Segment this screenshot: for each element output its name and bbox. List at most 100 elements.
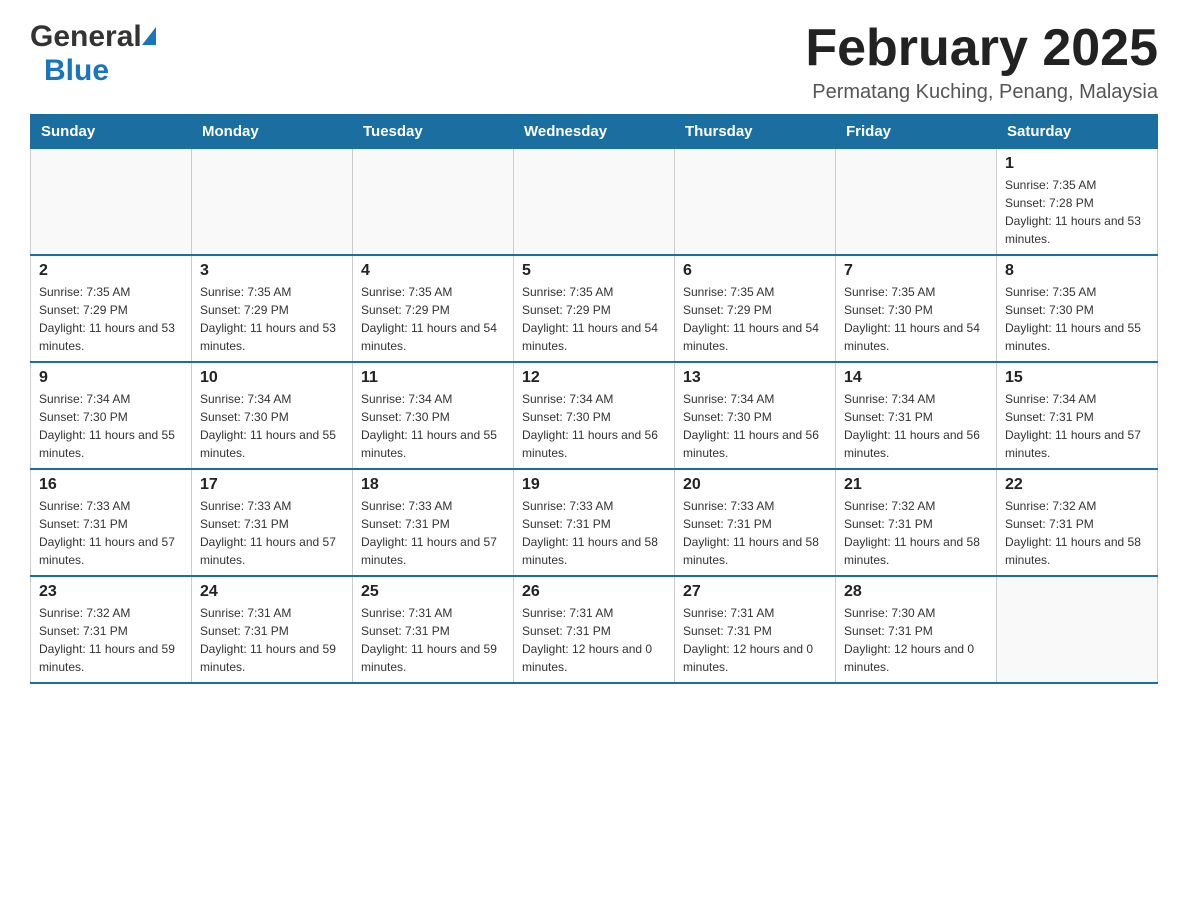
calendar-cell: [675, 149, 836, 256]
day-number: 24: [200, 583, 344, 601]
day-number: 2: [39, 262, 183, 280]
calendar-cell: [31, 149, 192, 256]
calendar-cell: [514, 149, 675, 256]
day-number: 16: [39, 476, 183, 494]
day-info: Sunrise: 7:31 AMSunset: 7:31 PMDaylight:…: [522, 604, 666, 676]
day-number: 23: [39, 583, 183, 601]
calendar-cell: [192, 149, 353, 256]
day-info: Sunrise: 7:35 AMSunset: 7:29 PMDaylight:…: [361, 283, 505, 355]
day-info: Sunrise: 7:34 AMSunset: 7:31 PMDaylight:…: [1005, 390, 1149, 462]
calendar-cell: 17 Sunrise: 7:33 AMSunset: 7:31 PMDayligh…: [192, 469, 353, 576]
day-info: Sunrise: 7:31 AMSunset: 7:31 PMDaylight:…: [200, 604, 344, 676]
page-header: General Blue February 2025 Permatang Kuc…: [30, 20, 1158, 104]
day-info: Sunrise: 7:33 AMSunset: 7:31 PMDaylight:…: [200, 497, 344, 569]
logo-blue-text: Blue: [44, 54, 109, 87]
calendar-cell: 11Sunrise: 7:34 AMSunset: 7:30 PMDayligh…: [353, 362, 514, 469]
day-info: Sunrise: 7:34 AMSunset: 7:30 PMDaylight:…: [39, 390, 183, 462]
day-number: 6: [683, 262, 827, 280]
day-number: 28: [844, 583, 988, 601]
day-number: 26: [522, 583, 666, 601]
day-number: 17: [200, 476, 344, 494]
day-number: 15: [1005, 369, 1149, 387]
calendar-cell: [836, 149, 997, 256]
calendar-week-5: 23 Sunrise: 7:32 AMSunset: 7:31 PMDayligh…: [31, 576, 1158, 683]
day-info: Sunrise: 7:31 AMSunset: 7:31 PMDaylight:…: [361, 604, 505, 676]
calendar-cell: 18 Sunrise: 7:33 AMSunset: 7:31 PMDayligh…: [353, 469, 514, 576]
header-day-sunday: Sunday: [31, 115, 192, 149]
calendar-week-3: 9 Sunrise: 7:34 AMSunset: 7:30 PMDaylight…: [31, 362, 1158, 469]
calendar-cell: 22 Sunrise: 7:32 AMSunset: 7:31 PMDayligh…: [997, 469, 1158, 576]
logo-triangle-icon: [142, 27, 156, 45]
calendar-body: 1Sunrise: 7:35 AMSunset: 7:28 PMDaylight…: [31, 149, 1158, 684]
day-info: Sunrise: 7:32 AMSunset: 7:31 PMDaylight:…: [844, 497, 988, 569]
calendar-cell: [353, 149, 514, 256]
calendar-cell: 15 Sunrise: 7:34 AMSunset: 7:31 PMDayligh…: [997, 362, 1158, 469]
calendar-cell: 25 Sunrise: 7:31 AMSunset: 7:31 PMDayligh…: [353, 576, 514, 683]
header-day-wednesday: Wednesday: [514, 115, 675, 149]
header-day-tuesday: Tuesday: [353, 115, 514, 149]
header-day-saturday: Saturday: [997, 115, 1158, 149]
calendar-table: SundayMondayTuesdayWednesdayThursdayFrid…: [30, 114, 1158, 684]
day-number: 13: [683, 369, 827, 387]
calendar-cell: 19Sunrise: 7:33 AMSunset: 7:31 PMDayligh…: [514, 469, 675, 576]
calendar-cell: 28 Sunrise: 7:30 AMSunset: 7:31 PMDayligh…: [836, 576, 997, 683]
calendar-cell: 26 Sunrise: 7:31 AMSunset: 7:31 PMDayligh…: [514, 576, 675, 683]
day-number: 22: [1005, 476, 1149, 494]
header-row: SundayMondayTuesdayWednesdayThursdayFrid…: [31, 115, 1158, 149]
day-number: 14: [844, 369, 988, 387]
day-number: 1: [1005, 155, 1149, 173]
day-info: Sunrise: 7:35 AMSunset: 7:29 PMDaylight:…: [522, 283, 666, 355]
day-number: 20: [683, 476, 827, 494]
day-number: 11: [361, 369, 505, 387]
day-info: Sunrise: 7:32 AMSunset: 7:31 PMDaylight:…: [39, 604, 183, 676]
day-info: Sunrise: 7:34 AMSunset: 7:30 PMDaylight:…: [200, 390, 344, 462]
day-info: Sunrise: 7:33 AMSunset: 7:31 PMDaylight:…: [39, 497, 183, 569]
calendar-cell: 20 Sunrise: 7:33 AMSunset: 7:31 PMDayligh…: [675, 469, 836, 576]
day-info: Sunrise: 7:33 AMSunset: 7:31 PMDaylight:…: [683, 497, 827, 569]
calendar-cell: 9 Sunrise: 7:34 AMSunset: 7:30 PMDaylight…: [31, 362, 192, 469]
calendar-cell: 2 Sunrise: 7:35 AMSunset: 7:29 PMDaylight…: [31, 255, 192, 362]
calendar-cell: 3Sunrise: 7:35 AMSunset: 7:29 PMDaylight…: [192, 255, 353, 362]
day-number: 12: [522, 369, 666, 387]
header-day-thursday: Thursday: [675, 115, 836, 149]
calendar-cell: 21 Sunrise: 7:32 AMSunset: 7:31 PMDayligh…: [836, 469, 997, 576]
day-info: Sunrise: 7:33 AMSunset: 7:31 PMDaylight:…: [361, 497, 505, 569]
calendar-week-4: 16 Sunrise: 7:33 AMSunset: 7:31 PMDayligh…: [31, 469, 1158, 576]
day-number: 25: [361, 583, 505, 601]
calendar-cell: 12 Sunrise: 7:34 AMSunset: 7:30 PMDayligh…: [514, 362, 675, 469]
calendar-cell: 16 Sunrise: 7:33 AMSunset: 7:31 PMDayligh…: [31, 469, 192, 576]
calendar-header: SundayMondayTuesdayWednesdayThursdayFrid…: [31, 115, 1158, 149]
calendar-title: February 2025: [805, 20, 1158, 77]
calendar-week-2: 2 Sunrise: 7:35 AMSunset: 7:29 PMDaylight…: [31, 255, 1158, 362]
day-number: 18: [361, 476, 505, 494]
calendar-cell: 5 Sunrise: 7:35 AMSunset: 7:29 PMDaylight…: [514, 255, 675, 362]
calendar-cell: 1Sunrise: 7:35 AMSunset: 7:28 PMDaylight…: [997, 149, 1158, 256]
calendar-cell: 23 Sunrise: 7:32 AMSunset: 7:31 PMDayligh…: [31, 576, 192, 683]
calendar-cell: 27Sunrise: 7:31 AMSunset: 7:31 PMDayligh…: [675, 576, 836, 683]
day-info: Sunrise: 7:35 AMSunset: 7:29 PMDaylight:…: [200, 283, 344, 355]
day-number: 21: [844, 476, 988, 494]
day-info: Sunrise: 7:35 AMSunset: 7:30 PMDaylight:…: [1005, 283, 1149, 355]
day-info: Sunrise: 7:30 AMSunset: 7:31 PMDaylight:…: [844, 604, 988, 676]
day-number: 5: [522, 262, 666, 280]
day-info: Sunrise: 7:35 AMSunset: 7:30 PMDaylight:…: [844, 283, 988, 355]
day-number: 7: [844, 262, 988, 280]
calendar-cell: 7 Sunrise: 7:35 AMSunset: 7:30 PMDaylight…: [836, 255, 997, 362]
day-number: 9: [39, 369, 183, 387]
calendar-cell: 14Sunrise: 7:34 AMSunset: 7:31 PMDayligh…: [836, 362, 997, 469]
calendar-cell: 24 Sunrise: 7:31 AMSunset: 7:31 PMDayligh…: [192, 576, 353, 683]
logo-general-text: General: [30, 20, 142, 54]
day-info: Sunrise: 7:35 AMSunset: 7:29 PMDaylight:…: [683, 283, 827, 355]
day-info: Sunrise: 7:35 AMSunset: 7:29 PMDaylight:…: [39, 283, 183, 355]
logo: General Blue: [30, 20, 156, 88]
calendar-cell: 8 Sunrise: 7:35 AMSunset: 7:30 PMDaylight…: [997, 255, 1158, 362]
day-number: 8: [1005, 262, 1149, 280]
day-info: Sunrise: 7:33 AMSunset: 7:31 PMDaylight:…: [522, 497, 666, 569]
calendar-location: Permatang Kuching, Penang, Malaysia: [805, 81, 1158, 104]
day-number: 10: [200, 369, 344, 387]
title-section: February 2025 Permatang Kuching, Penang,…: [805, 20, 1158, 104]
day-info: Sunrise: 7:31 AMSunset: 7:31 PMDaylight:…: [683, 604, 827, 676]
day-info: Sunrise: 7:32 AMSunset: 7:31 PMDaylight:…: [1005, 497, 1149, 569]
day-info: Sunrise: 7:34 AMSunset: 7:30 PMDaylight:…: [522, 390, 666, 462]
day-info: Sunrise: 7:34 AMSunset: 7:30 PMDaylight:…: [683, 390, 827, 462]
